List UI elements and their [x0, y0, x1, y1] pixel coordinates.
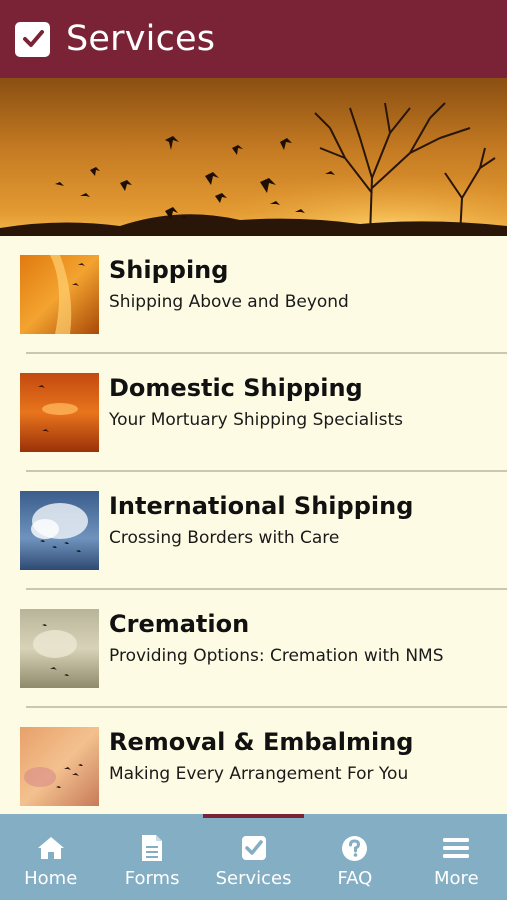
service-subtitle: Shipping Above and Beyond [109, 292, 349, 312]
domestic-shipping-thumbnail [20, 373, 99, 452]
tab-more[interactable]: More [406, 814, 507, 900]
removal-embalming-thumbnail [20, 727, 99, 806]
tab-services[interactable]: Services [202, 814, 305, 900]
service-title: Removal & Embalming [109, 728, 414, 756]
list-item-cremation[interactable]: Cremation Providing Options: Cremation w… [0, 590, 507, 708]
tab-label: More [434, 868, 479, 889]
tab-label: Forms [124, 868, 180, 889]
international-shipping-thumbnail [20, 491, 99, 570]
services-list: Shipping Shipping Above and Beyond Domes… [0, 236, 507, 814]
active-tab-indicator [202, 814, 305, 818]
service-subtitle: Your Mortuary Shipping Specialists [109, 410, 403, 430]
shipping-thumbnail [20, 255, 99, 334]
tab-label: FAQ [337, 868, 373, 889]
menu-icon [442, 834, 470, 862]
list-item-shipping[interactable]: Shipping Shipping Above and Beyond [0, 236, 507, 354]
tab-label: Services [215, 868, 292, 889]
checkbox-icon [15, 21, 50, 57]
list-item-international-shipping[interactable]: International Shipping Crossing Borders … [0, 472, 507, 590]
tab-label: Home [24, 868, 78, 889]
tab-home[interactable]: Home [0, 814, 101, 900]
service-title: Shipping [109, 256, 229, 284]
hero-banner-image [0, 78, 507, 236]
page-title: Services [66, 19, 216, 59]
bottom-tab-bar: Home Forms Services FAQ More [0, 814, 507, 900]
question-icon [341, 834, 369, 862]
app-header: Services [0, 0, 507, 78]
service-subtitle: Providing Options: Cremation with NMS [109, 646, 444, 666]
list-item-domestic-shipping[interactable]: Domestic Shipping Your Mortuary Shipping… [0, 354, 507, 472]
service-title: Domestic Shipping [109, 374, 363, 402]
service-subtitle: Making Every Arrangement For You [109, 764, 409, 784]
service-subtitle: Crossing Borders with Care [109, 528, 340, 548]
list-item-removal-embalming[interactable]: Removal & Embalming Making Every Arrange… [0, 708, 507, 814]
tab-faq[interactable]: FAQ [304, 814, 405, 900]
tab-forms[interactable]: Forms [101, 814, 202, 900]
home-icon [37, 834, 65, 862]
service-title: Cremation [109, 610, 250, 638]
cremation-thumbnail [20, 609, 99, 688]
checkbox-icon [240, 834, 268, 862]
service-title: International Shipping [109, 492, 414, 520]
document-icon [138, 834, 166, 862]
